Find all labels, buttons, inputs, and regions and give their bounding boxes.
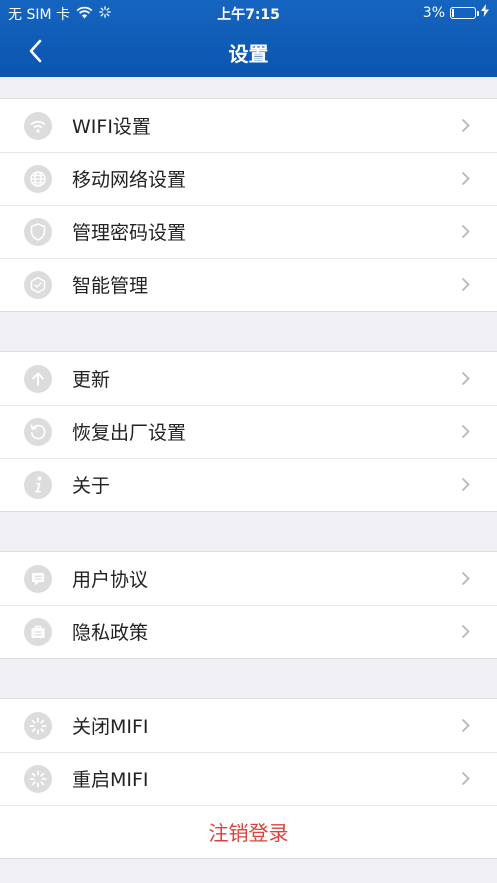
settings-item-label: 隐私政策 [72,622,149,644]
chevron-right-icon [461,571,471,586]
status-right: 3% [423,4,489,21]
loading-icon [24,764,52,793]
shield-icon [24,217,52,246]
chevron-right-icon [461,771,471,786]
status-bar: 无 SIM 卡 上午7:15 3% [0,0,497,26]
arrow-up-icon [24,364,52,393]
settings-item-user-agreement[interactable]: 用户协议 [0,552,497,605]
settings-group-device: 关闭MIFI 重启MIFI 注销登录 [0,698,497,859]
chevron-right-icon [461,477,471,492]
settings-item-label: 关闭MIFI [72,716,149,738]
gear-icon [24,270,52,299]
settings-item-mobile-network[interactable]: 移动网络设置 [0,152,497,205]
wifi-icon [24,111,52,140]
battery-percent: 3% [422,4,445,21]
logout-button[interactable]: 注销登录 [0,805,497,858]
settings-item-shutdown-mifi[interactable]: 关闭MIFI [0,699,497,752]
settings-item-factory-reset[interactable]: 恢复出厂设置 [0,405,497,458]
settings-item-label: WIFI设置 [72,116,151,138]
settings-item-privacy-policy[interactable]: 隐私政策 [0,605,497,658]
settings-item-label: 恢复出厂设置 [72,422,187,444]
settings-item-smart-management[interactable]: 智能管理 [0,258,497,311]
settings-item-label: 管理密码设置 [72,222,187,244]
settings-item-label: 更新 [72,369,111,391]
charging-bolt-icon [481,4,489,21]
settings-group-system: 更新 恢复出厂设置 关于 [0,351,497,512]
settings-item-update[interactable]: 更新 [0,352,497,405]
battery-icon [450,6,479,19]
settings-item-admin-password[interactable]: 管理密码设置 [0,205,497,258]
chevron-right-icon [461,371,471,386]
settings-item-label: 关于 [72,475,111,497]
globe-icon [24,164,52,193]
settings-item-label: 智能管理 [72,275,149,297]
message-icon [24,564,52,593]
chevron-right-icon [461,277,471,292]
info-icon [24,470,52,499]
chevron-right-icon [461,624,471,639]
page-title: 设置 [228,42,269,66]
settings-item-label: 重启MIFI [72,769,149,791]
chevron-right-icon [461,424,471,439]
header: 无 SIM 卡 上午7:15 3% 设置 [0,0,497,77]
chevron-right-icon [461,718,471,733]
settings-item-label: 移动网络设置 [72,169,187,191]
settings-item-wifi[interactable]: WIFI设置 [0,99,497,152]
restore-icon [24,417,52,446]
settings-item-restart-mifi[interactable]: 重启MIFI [0,752,497,805]
settings-group-legal: 用户协议 隐私政策 [0,551,497,659]
loading-icon [24,711,52,740]
nav-bar: 设置 [0,26,497,77]
settings-item-about[interactable]: 关于 [0,458,497,511]
settings-item-label: 用户协议 [72,569,149,591]
chevron-right-icon [461,224,471,239]
chevron-right-icon [461,171,471,186]
briefcase-icon [24,617,52,646]
settings-group-network: WIFI设置 移动网络设置 管理密码设置 智能管理 [0,98,497,312]
chevron-right-icon [461,118,471,133]
